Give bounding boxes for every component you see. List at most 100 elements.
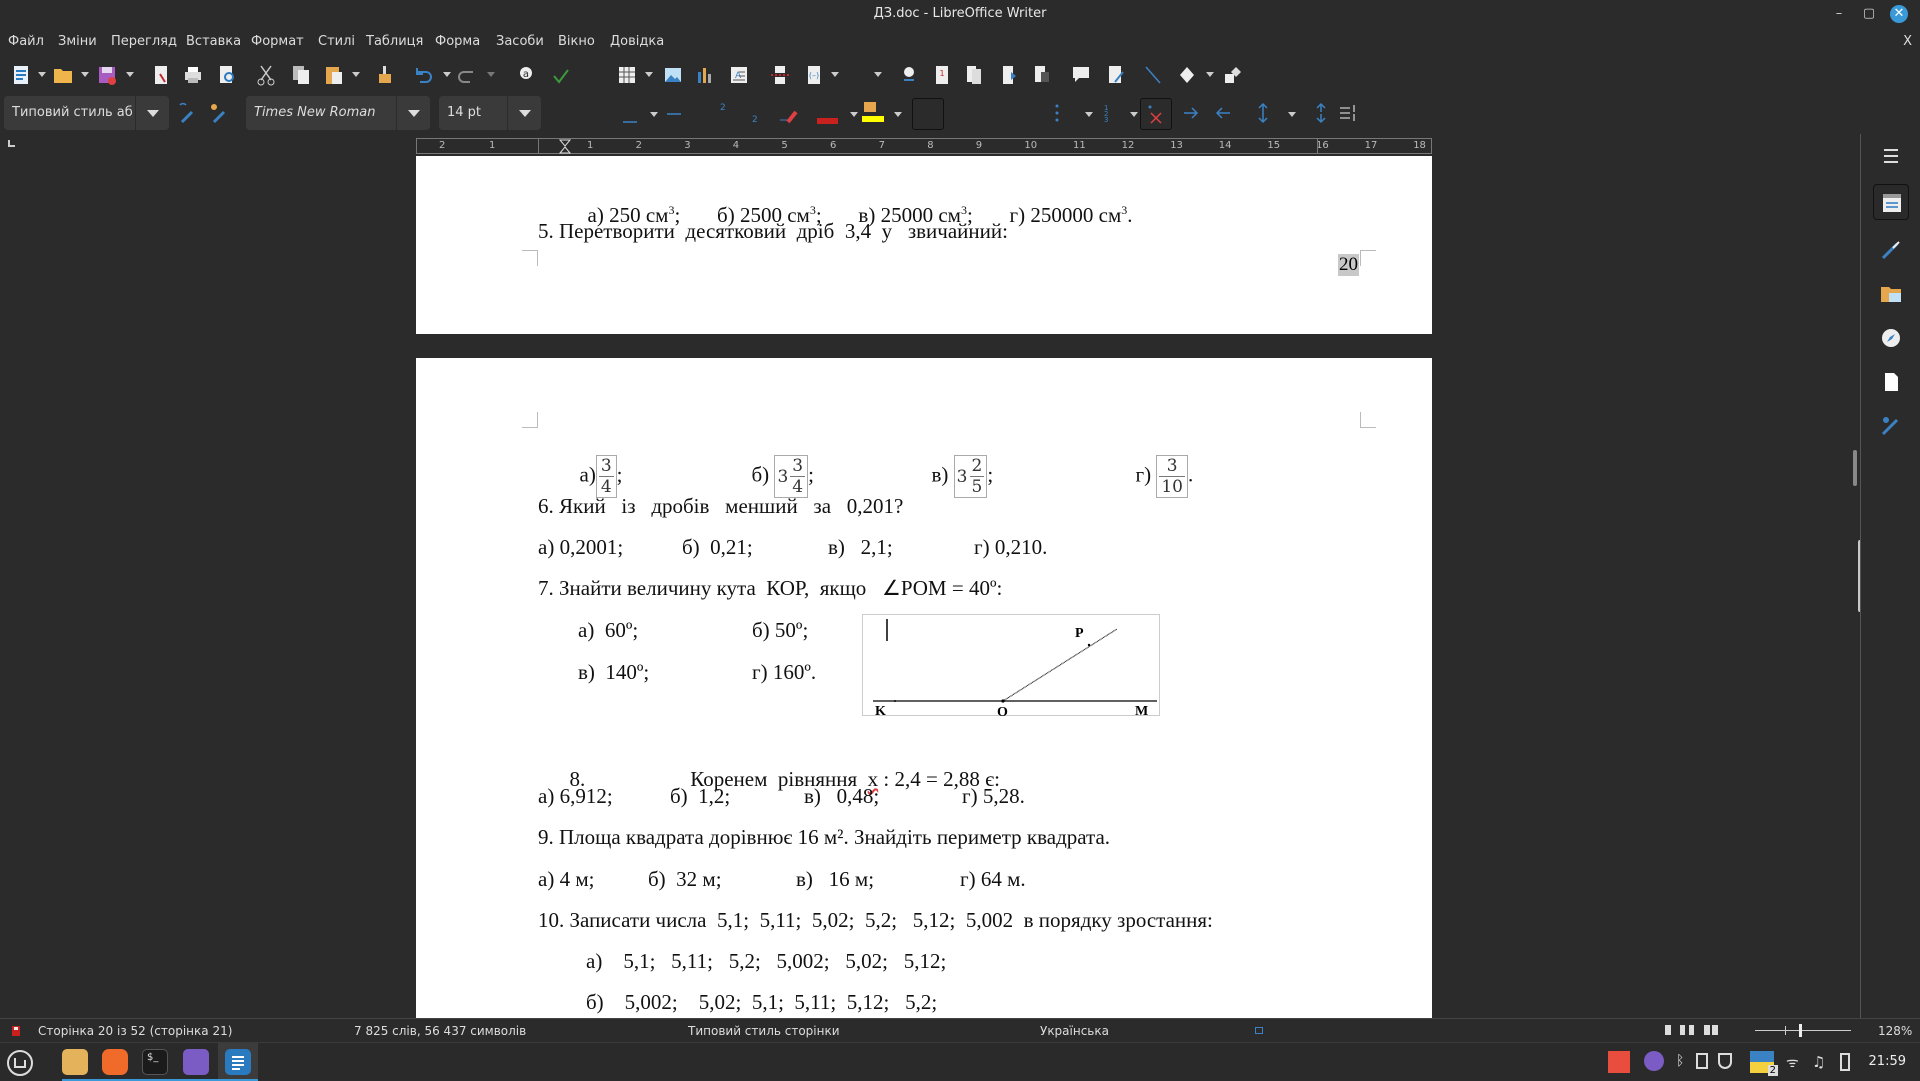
insert-page-break-icon[interactable] bbox=[769, 64, 791, 86]
unordered-list-icon[interactable] bbox=[1046, 102, 1068, 124]
page-count[interactable]: Сторінка 20 із 52 (сторінка 21) bbox=[38, 1024, 232, 1038]
text-language[interactable]: Українська bbox=[1040, 1024, 1109, 1038]
spelling-icon[interactable]: a bbox=[515, 64, 537, 86]
style-inspector-icon[interactable] bbox=[1879, 414, 1903, 438]
multi-page-view-icon[interactable] bbox=[1680, 1025, 1694, 1035]
bullet-dropdown-icon[interactable] bbox=[1085, 112, 1093, 117]
insert-table-icon[interactable] bbox=[616, 64, 638, 86]
auto-spellcheck-icon[interactable] bbox=[550, 64, 572, 86]
undo-dropdown-icon[interactable] bbox=[443, 72, 451, 77]
page-21[interactable]: а) 3 4; б) 3 3 4; в) 3 2 5; г) 3 10. 6. Який із… bbox=[416, 358, 1432, 1018]
paste-icon[interactable] bbox=[323, 64, 345, 86]
gallery-icon[interactable] bbox=[1879, 282, 1903, 306]
clipboard-icon[interactable] bbox=[1696, 1053, 1708, 1069]
document-workspace[interactable]: а) 250 см3; б) 2500 см3; в) 25000 см3; г… bbox=[0, 156, 1860, 1018]
insert-comment-icon[interactable] bbox=[1070, 64, 1092, 86]
document-modified-icon[interactable] bbox=[10, 1025, 22, 1037]
open-folder-icon[interactable] bbox=[52, 64, 74, 86]
mint-menu-icon[interactable] bbox=[6, 1049, 34, 1077]
selection-mode-icon[interactable] bbox=[1255, 1027, 1263, 1034]
chevron-down-icon[interactable] bbox=[507, 96, 541, 130]
clock[interactable]: 21:59 bbox=[1869, 1054, 1906, 1069]
scrollbar-thumb[interactable] bbox=[1853, 450, 1857, 486]
menu-table[interactable]: Таблиця bbox=[366, 34, 423, 49]
minimize-button[interactable]: – bbox=[1830, 5, 1848, 23]
wifi-icon[interactable]: ᯤ bbox=[1786, 1053, 1804, 1071]
highlight-dropdown-icon[interactable] bbox=[894, 112, 902, 117]
new-document-icon[interactable] bbox=[10, 64, 32, 86]
menu-format[interactable]: Формат bbox=[251, 34, 304, 49]
no-list-button[interactable] bbox=[1140, 98, 1172, 130]
zoom-slider-handle[interactable] bbox=[1799, 1024, 1802, 1037]
properties-tab[interactable] bbox=[1873, 184, 1909, 220]
subscript-icon[interactable]: 2 bbox=[744, 104, 766, 126]
book-view-icon[interactable] bbox=[1704, 1025, 1718, 1035]
decrease-indent-icon[interactable] bbox=[1212, 102, 1234, 124]
menu-insert[interactable]: Вставка bbox=[186, 34, 241, 49]
paragraph-spacing-icon[interactable] bbox=[1310, 102, 1332, 124]
insert-footnote-icon[interactable]: 1 bbox=[931, 64, 953, 86]
indent-marker-icon[interactable] bbox=[559, 139, 571, 154]
field-dropdown-icon[interactable] bbox=[831, 72, 839, 77]
page-style[interactable]: Типовий стиль сторінки bbox=[688, 1024, 840, 1038]
draw-functions-icon[interactable] bbox=[1222, 64, 1244, 86]
menu-styles[interactable]: Стилі bbox=[318, 34, 355, 49]
menu-edit[interactable]: Зміни bbox=[58, 34, 97, 49]
redo-dropdown-icon[interactable] bbox=[487, 72, 495, 77]
paste-dropdown-icon[interactable] bbox=[352, 72, 360, 77]
open-dropdown-icon[interactable] bbox=[81, 72, 89, 77]
line-spacing-dropdown-icon[interactable] bbox=[1288, 112, 1296, 117]
table-dropdown-icon[interactable] bbox=[645, 72, 653, 77]
insert-bookmark-icon[interactable] bbox=[998, 64, 1020, 86]
menu-view[interactable]: Перегляд bbox=[111, 34, 177, 49]
chevron-down-icon[interactable] bbox=[396, 96, 430, 130]
save-icon[interactable] bbox=[96, 64, 118, 86]
track-changes-icon[interactable] bbox=[1105, 64, 1127, 86]
insert-chart-icon[interactable] bbox=[694, 64, 716, 86]
paragraph-style-select[interactable]: Типовий стиль абз bbox=[4, 96, 169, 130]
anydesk-tray-icon[interactable] bbox=[1608, 1051, 1630, 1073]
page-icon[interactable] bbox=[1879, 370, 1903, 394]
new-style-icon[interactable] bbox=[208, 102, 230, 124]
basic-shapes-icon[interactable] bbox=[1176, 64, 1198, 86]
print-icon[interactable] bbox=[182, 64, 204, 86]
clone-formatting-icon[interactable] bbox=[374, 64, 396, 86]
increase-indent-icon[interactable] bbox=[1180, 102, 1202, 124]
menu-file[interactable]: Файл bbox=[8, 34, 44, 49]
insert-textbox-icon[interactable]: A bbox=[728, 64, 750, 86]
close-document-button[interactable]: X bbox=[1903, 34, 1912, 49]
horizontal-ruler[interactable]: 2 1 1 2 3 4 5 6 7 8 9 10 11 12 13 14 15 16 17 18 bbox=[416, 138, 1432, 154]
underline-dropdown-icon[interactable] bbox=[650, 112, 658, 117]
insert-image-icon[interactable] bbox=[662, 64, 684, 86]
single-page-view-icon[interactable] bbox=[1665, 1025, 1671, 1035]
viber-tray-icon[interactable] bbox=[1644, 1051, 1664, 1071]
zoom-level[interactable]: 128% bbox=[1878, 1024, 1912, 1038]
special-char-dropdown-icon[interactable] bbox=[874, 72, 882, 77]
font-color-dropdown-icon[interactable] bbox=[850, 112, 858, 117]
menu-help[interactable]: Довідка bbox=[610, 34, 664, 49]
chevron-down-icon[interactable] bbox=[135, 96, 169, 130]
cut-icon[interactable] bbox=[255, 64, 277, 86]
viber-app-icon[interactable] bbox=[183, 1049, 209, 1075]
highlight-color-icon[interactable] bbox=[862, 100, 884, 122]
zoom-slider[interactable] bbox=[1755, 1030, 1851, 1031]
superscript-icon[interactable]: 2 bbox=[712, 100, 734, 122]
files-app-icon[interactable] bbox=[62, 1049, 88, 1075]
sound-icon[interactable]: ♫ bbox=[1812, 1053, 1830, 1071]
writer-app-icon[interactable] bbox=[225, 1049, 251, 1075]
firefox-app-icon[interactable] bbox=[102, 1049, 128, 1075]
print-preview-icon[interactable] bbox=[216, 64, 238, 86]
angle-diagram[interactable]: P K O M bbox=[862, 614, 1160, 720]
new-dropdown-icon[interactable] bbox=[38, 72, 46, 77]
insert-hyperlink-icon[interactable] bbox=[898, 64, 920, 86]
styles-brush-icon[interactable] bbox=[1879, 238, 1903, 262]
character-dialog-button[interactable] bbox=[912, 98, 944, 130]
hamburger-menu-icon[interactable] bbox=[1879, 144, 1903, 168]
copy-icon[interactable] bbox=[290, 64, 312, 86]
shapes-dropdown-icon[interactable] bbox=[1206, 72, 1214, 77]
navigator-icon[interactable] bbox=[1879, 326, 1903, 350]
shield-icon[interactable] bbox=[1718, 1053, 1732, 1069]
export-pdf-icon[interactable] bbox=[150, 64, 172, 86]
update-style-icon[interactable] bbox=[176, 102, 198, 124]
strikethrough-icon[interactable] bbox=[664, 104, 686, 126]
